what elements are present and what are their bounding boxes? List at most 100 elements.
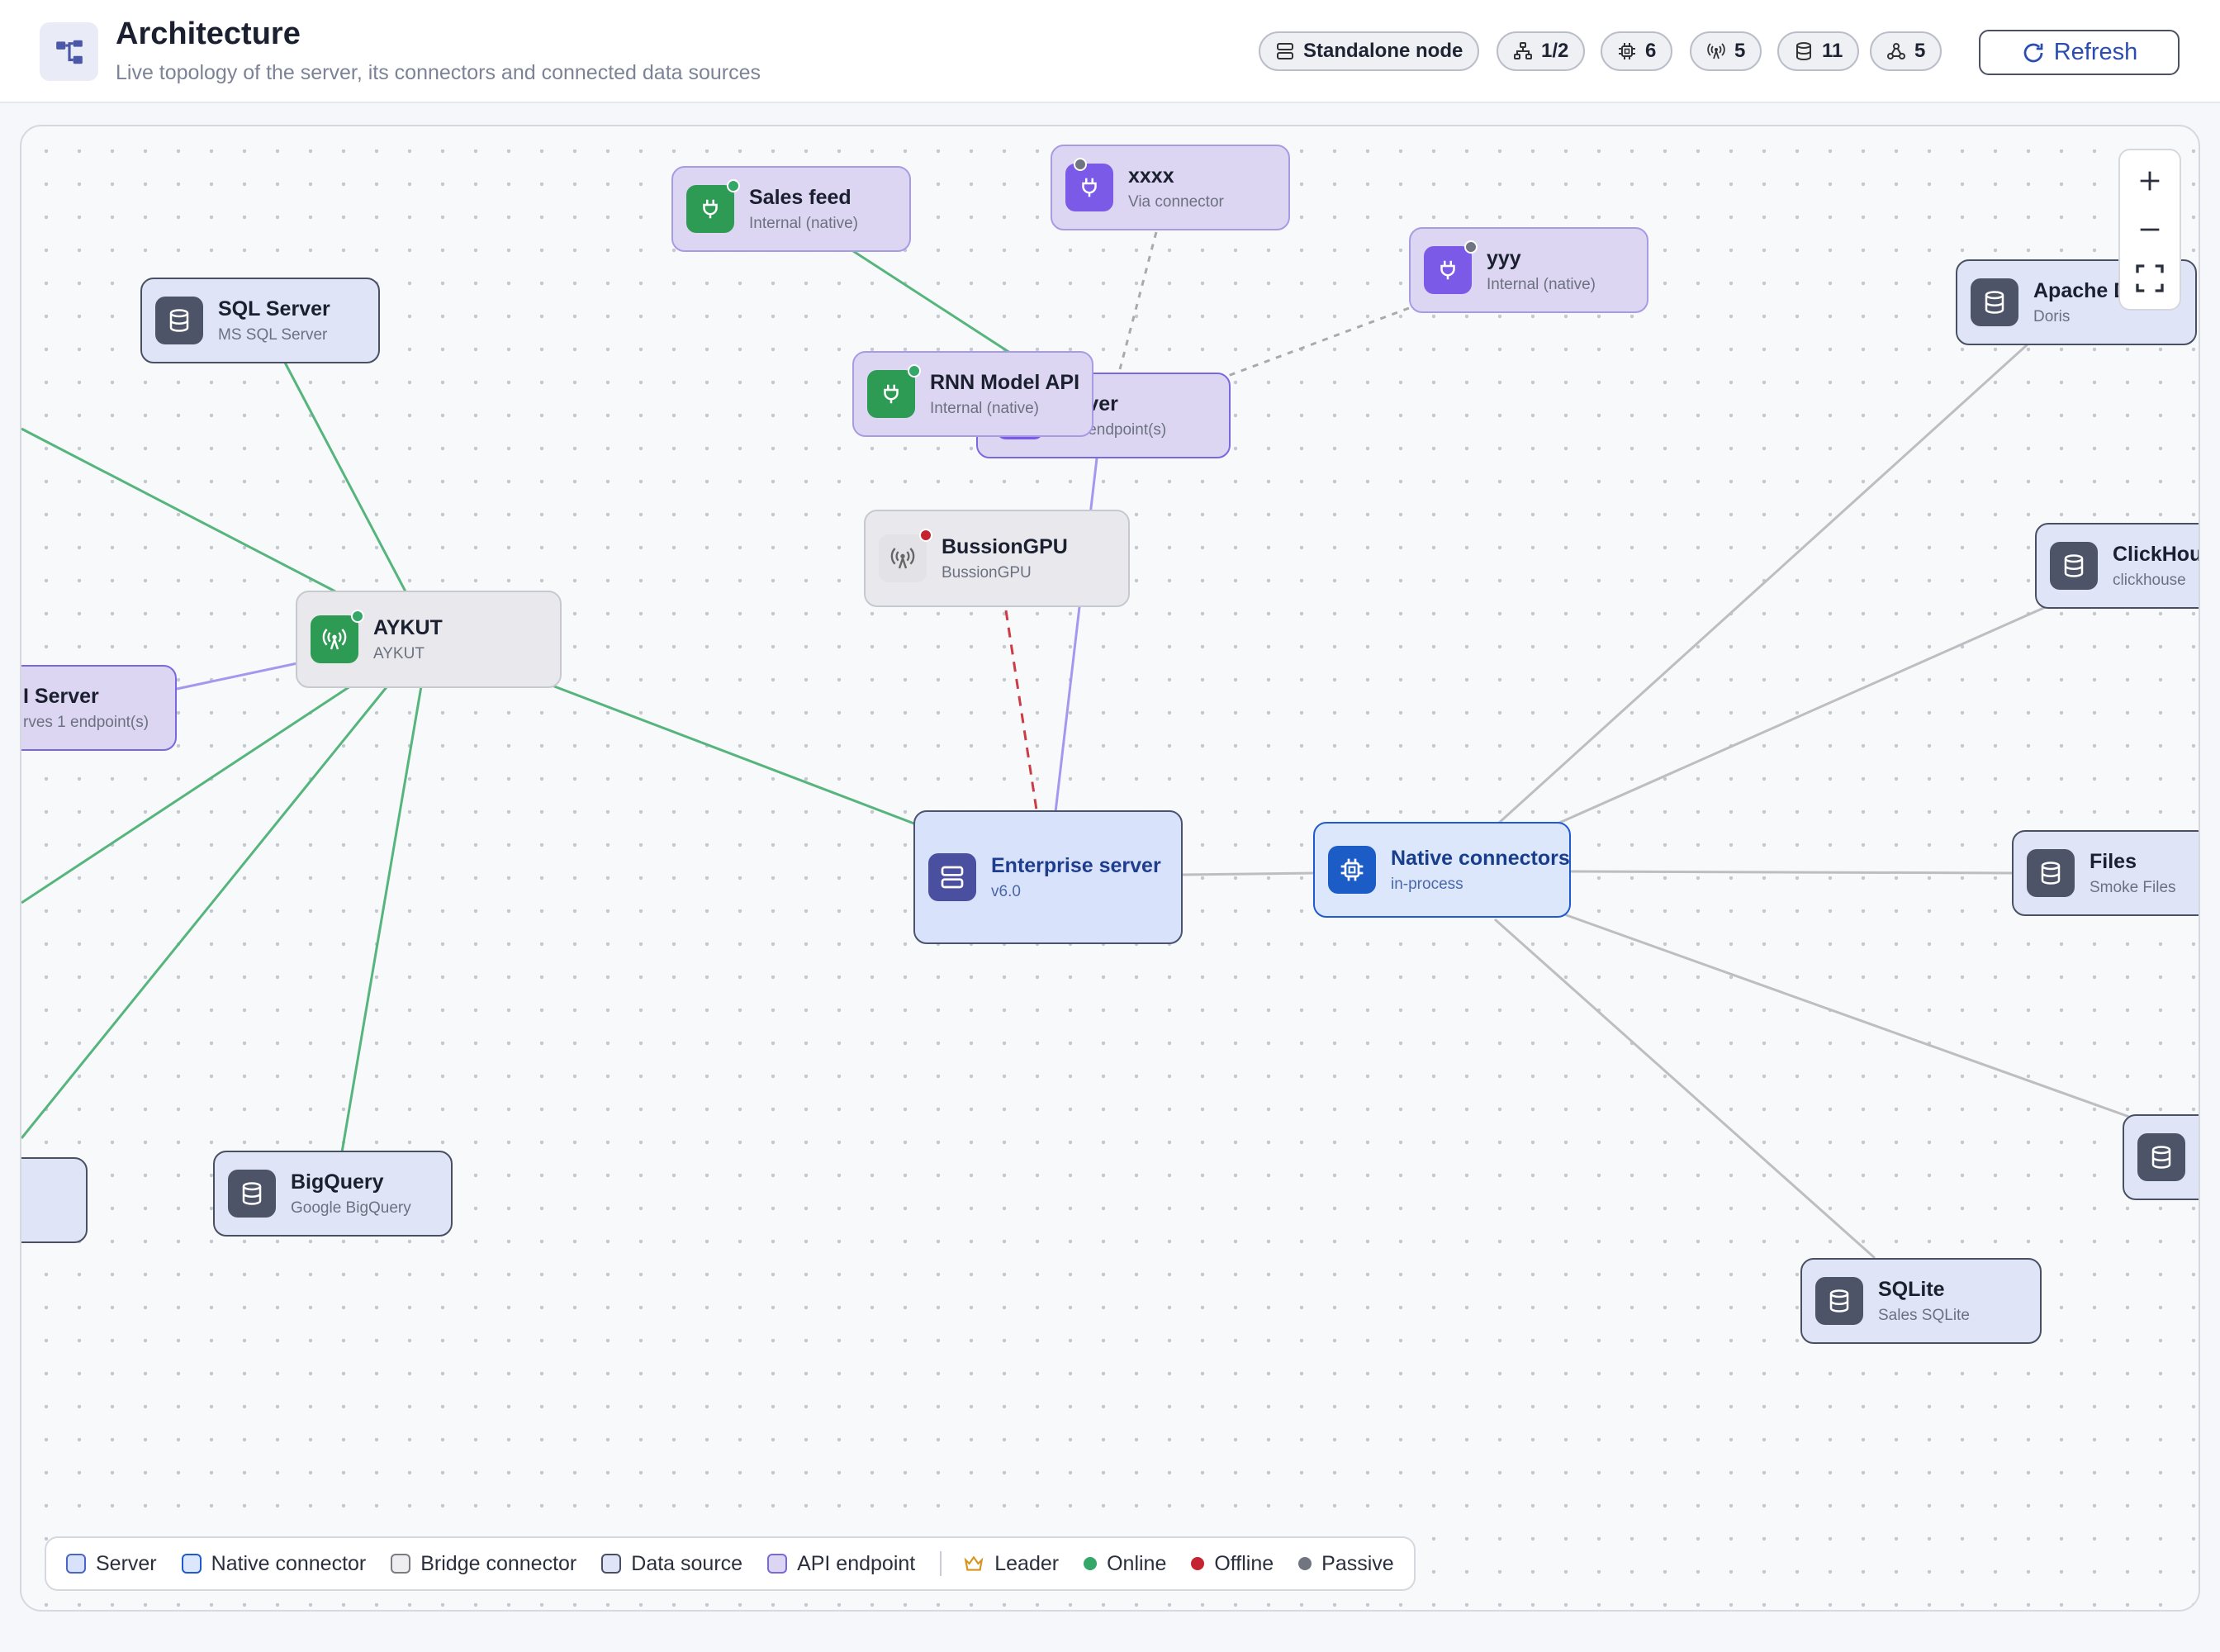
native-swatch [181, 1554, 202, 1574]
node-bussion-gpu[interactable]: BussionGPU BussionGPU [864, 510, 1130, 607]
mode-badge: Standalone node [1259, 31, 1480, 71]
legend: Server Native connector Bridge connector… [45, 1536, 1416, 1591]
edge-yyy-api [1225, 306, 1410, 378]
node-sub: Sales SQLite [1878, 1306, 1970, 1324]
node-sql-server[interactable]: SQL Server MS SQL Server [140, 278, 380, 363]
zoom-controls [2118, 149, 2181, 311]
node-clickhouse[interactable]: ClickHous clickhouse [2035, 523, 2199, 609]
node-data-source-right[interactable] [2123, 1114, 2199, 1200]
node-sub: BussionGPU [942, 563, 1032, 582]
node-bigquery[interactable]: BigQuery Google BigQuery [213, 1151, 453, 1237]
fullscreen-icon [2136, 263, 2164, 292]
node-sub: Internal (native) [930, 399, 1040, 417]
node-name: Files [2090, 849, 2137, 873]
minus-icon [2140, 228, 2160, 231]
node-sub: Via connector [1128, 192, 1224, 211]
node-name: BussionGPU [942, 534, 1068, 558]
database-icon [1971, 278, 2018, 326]
node-sub: v6.0 [991, 882, 1021, 900]
legend-label: Bridge connector [420, 1551, 577, 1575]
legend-online: Online [1084, 1552, 1166, 1576]
node-data-source-left[interactable] [21, 1157, 88, 1243]
legend-label: API endpoint [797, 1551, 916, 1575]
page-header: Architecture Live topology of the server… [0, 0, 2220, 103]
database-icon [2137, 1133, 2185, 1181]
node-xxxx[interactable]: xxxx Via connector [1051, 145, 1290, 230]
node-enterprise-server[interactable]: Enterprise server v6.0 [913, 810, 1183, 944]
data-source-badge: 11 [1777, 31, 1860, 71]
node-name: AYKUT [373, 615, 443, 639]
server-swatch [66, 1554, 86, 1574]
page-title: Architecture [116, 17, 301, 51]
node-rnn-model-api[interactable]: RNN Model API Internal (native) [852, 351, 1093, 437]
node-name: Native connectors [1391, 846, 1570, 870]
node-sub: clickhouse [2113, 571, 2186, 589]
zoom-out-button[interactable] [2125, 207, 2175, 252]
edge-aykut-bigquery [340, 686, 423, 1153]
node-name: Sales feed [749, 185, 851, 209]
legend-divider [940, 1551, 942, 1576]
node-sub: AYKUT [373, 644, 425, 662]
online-dot [1084, 1557, 1098, 1570]
zoom-in-button[interactable] [2125, 159, 2175, 203]
cluster-badge: 1/2 [1497, 31, 1586, 71]
node-files[interactable]: Files Smoke Files [2012, 830, 2199, 916]
node-sub: Doris [2033, 307, 2071, 325]
cluster-count: 1/2 [1541, 40, 1569, 62]
edge-aykut-leftout [21, 427, 336, 593]
legend-label: Data source [631, 1551, 743, 1575]
node-sqlite[interactable]: SQLite Sales SQLite [1800, 1258, 2042, 1344]
fit-view-button[interactable] [2125, 256, 2175, 301]
node-api-server-left[interactable]: I Server rves 1 endpoint(s) [21, 665, 177, 751]
node-sub: in-process [1391, 875, 1463, 893]
crown-icon [964, 1555, 984, 1571]
node-aykut[interactable]: AYKUT AYKUT [296, 591, 562, 688]
topology-canvas[interactable]: Sales feed Internal (native) xxxx Via conn… [20, 125, 2200, 1612]
node-name: Apache D [2033, 278, 2129, 302]
edge-salesfeed-rnn [850, 248, 1013, 356]
legend-label: Offline [1214, 1551, 1274, 1575]
node-sales-feed[interactable]: Sales feed Internal (native) [671, 166, 911, 252]
legend-label: Native connector [211, 1551, 367, 1575]
node-yyy[interactable]: yyy Internal (native) [1409, 227, 1648, 313]
plug-icon [686, 179, 740, 233]
legend-leader: Leader [963, 1552, 1059, 1576]
edge-native-datasource-right [1563, 913, 2130, 1118]
passive-status-dot [1464, 240, 1478, 254]
legend-offline: Offline [1191, 1552, 1274, 1576]
legend-data-source: Data source [601, 1552, 742, 1576]
node-name: yyy [1487, 246, 1521, 270]
native-connector-badge: 6 [1601, 31, 1673, 71]
refresh-button[interactable]: Refresh [1979, 30, 2180, 75]
node-sub: Google BigQuery [291, 1199, 411, 1217]
database-icon [2050, 542, 2098, 590]
refresh-icon [2023, 43, 2043, 62]
edge-native-sqlite [1494, 918, 1876, 1260]
page-subtitle: Live topology of the server, its connect… [116, 61, 761, 84]
offline-status-dot [919, 529, 932, 542]
legend-label: Online [1107, 1551, 1167, 1575]
legend-server: Server [66, 1552, 157, 1576]
node-sub: Smoke Files [2090, 878, 2176, 896]
offline-dot [1191, 1557, 1205, 1570]
database-icon [1815, 1277, 1863, 1325]
network-icon [1514, 42, 1532, 59]
legend-label: Leader [994, 1551, 1060, 1575]
webhook-icon [1887, 43, 1905, 59]
edge-xxxx-api [1118, 231, 1158, 370]
online-status-dot [908, 364, 921, 377]
node-native-connectors[interactable]: Native connectors in-process [1313, 822, 1571, 918]
node-name: xxxx [1128, 164, 1174, 188]
node-sub: MS SQL Server [218, 325, 328, 344]
node-name: BigQuery [291, 1170, 384, 1194]
plug-icon [1424, 240, 1478, 294]
api-swatch [767, 1554, 788, 1574]
refresh-label: Refresh [2053, 39, 2138, 65]
chip-icon [1328, 846, 1376, 894]
native-connector-count: 6 [1645, 40, 1657, 62]
broadcast-icon [879, 529, 932, 582]
server-icon [1277, 43, 1293, 59]
broadcast-icon [1707, 43, 1725, 59]
mode-label: Standalone node [1303, 40, 1463, 62]
edge-aykut-server [549, 683, 919, 827]
